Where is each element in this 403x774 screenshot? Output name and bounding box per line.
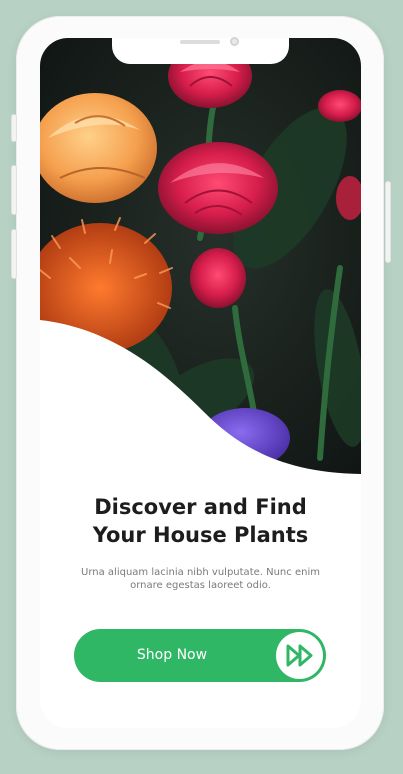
volume-up-button <box>12 166 16 214</box>
page-title: Discover and Find Your House Plants <box>40 493 361 549</box>
volume-down-button <box>12 230 16 278</box>
front-camera <box>230 37 239 46</box>
title-line-2: Your House Plants <box>92 523 309 547</box>
power-button <box>386 182 390 262</box>
shop-now-button[interactable]: Shop Now <box>74 629 326 682</box>
speaker-grille <box>180 40 220 44</box>
title-line-1: Discover and Find <box>94 495 307 519</box>
rose-bud-mid <box>190 248 246 308</box>
fast-forward-icon[interactable] <box>276 632 323 679</box>
shop-now-label: Shop Now <box>136 647 208 663</box>
silent-switch <box>12 115 16 141</box>
hero-flower-image <box>40 38 361 478</box>
page-description: Urna aliquam lacinia nibh vulputate. Nun… <box>81 567 320 591</box>
app-screen: Discover and Find Your House Plants Urna… <box>40 38 361 728</box>
app-stage: Discover and Find Your House Plants Urna… <box>0 0 403 774</box>
rose-center <box>158 142 278 234</box>
rose-bud-right <box>318 90 361 122</box>
